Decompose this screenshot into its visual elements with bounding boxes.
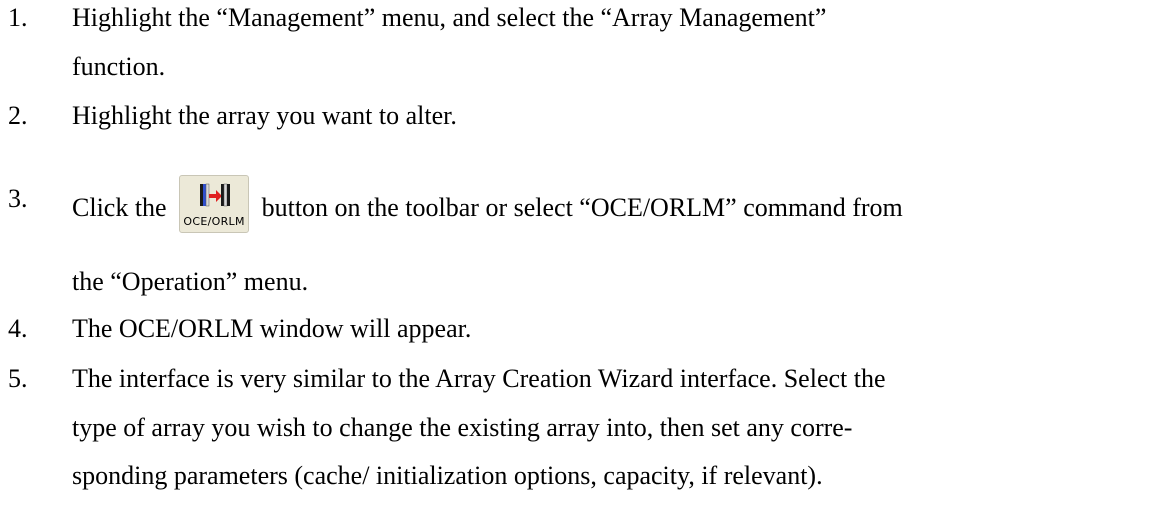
oce-orlm-button[interactable]: OCE/ORLM — [179, 175, 250, 233]
step-text-before-button: Click the — [72, 192, 167, 222]
oce-orlm-button-caption: OCE/ORLM — [183, 215, 245, 228]
step-text-line: Click the OCE/ORLM button on the toolbar… — [72, 175, 903, 239]
step-text-line: function. — [72, 52, 166, 81]
oce-orlm-icon — [200, 183, 231, 207]
step-number: 3. — [8, 184, 28, 213]
step-text-line: sponding parameters (cache/ initializati… — [72, 461, 823, 490]
step-text-line: type of array you wish to change the exi… — [72, 413, 853, 442]
step-text-line: The OCE/ORLM window will appear. — [72, 314, 472, 343]
step-number: 2. — [8, 101, 28, 130]
step-number: 5. — [8, 364, 28, 393]
step-text-line: The interface is very similar to the Arr… — [72, 364, 886, 393]
step-text-after-button: button on the toolbar or select “OCE/ORL… — [261, 192, 903, 222]
step-text-line: Highlight the “Management” menu, and sel… — [72, 3, 827, 32]
step-text-line: the “Operation” menu. — [72, 267, 309, 296]
step-text-line: Highlight the array you want to alter. — [72, 101, 457, 130]
step-number: 1. — [8, 3, 28, 32]
step-number: 4. — [8, 314, 28, 343]
